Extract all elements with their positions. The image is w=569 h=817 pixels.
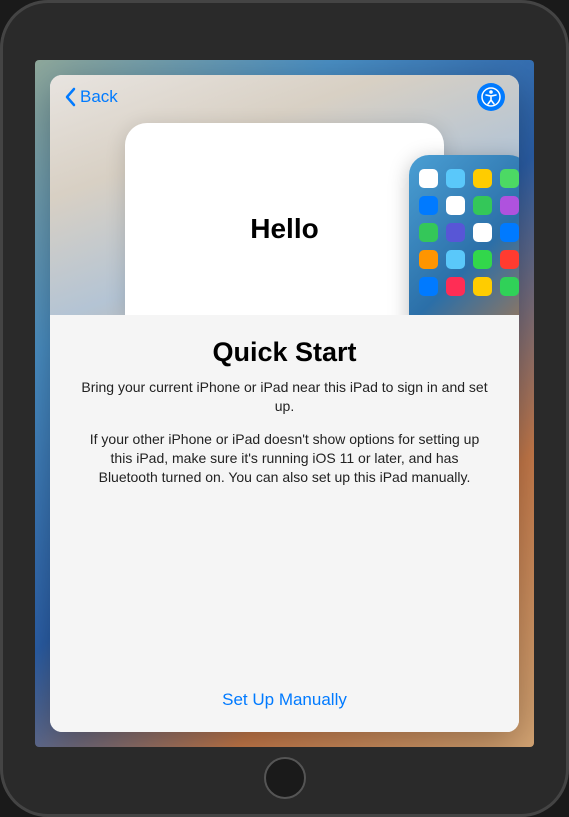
app-icon — [419, 196, 438, 215]
app-icon — [500, 223, 519, 242]
app-icon — [473, 277, 492, 296]
setup-modal: Back Hello — [50, 75, 519, 732]
app-icon — [500, 277, 519, 296]
app-icon — [419, 169, 438, 188]
app-icon — [473, 223, 492, 242]
home-button[interactable] — [264, 757, 306, 799]
accessibility-button[interactable] — [477, 83, 505, 111]
page-description: If your other iPhone or iPad doesn't sho… — [80, 430, 489, 487]
app-icon-grid — [419, 169, 519, 296]
iphone-illustration — [409, 155, 519, 315]
back-label: Back — [80, 87, 118, 107]
page-subtitle: Bring your current iPhone or iPad near t… — [80, 378, 489, 416]
screen-background: Back Hello — [35, 60, 534, 747]
ipad-illustration: Hello — [125, 123, 444, 315]
app-icon — [500, 250, 519, 269]
app-icon — [419, 223, 438, 242]
app-icon — [446, 277, 465, 296]
back-button[interactable]: Back — [64, 87, 118, 107]
app-icon — [419, 250, 438, 269]
app-icon — [473, 196, 492, 215]
accessibility-icon — [481, 87, 501, 107]
set-up-manually-button[interactable]: Set Up Manually — [80, 680, 489, 714]
app-icon — [473, 169, 492, 188]
app-icon — [446, 223, 465, 242]
chevron-left-icon — [64, 87, 76, 107]
ipad-device-frame: Back Hello — [0, 0, 569, 817]
app-icon — [500, 196, 519, 215]
content-panel: Quick Start Bring your current iPhone or… — [50, 315, 519, 732]
app-icon — [500, 169, 519, 188]
app-icon — [446, 196, 465, 215]
app-icon — [419, 277, 438, 296]
hello-text: Hello — [250, 213, 318, 245]
app-icon — [446, 250, 465, 269]
spacer — [80, 486, 489, 680]
page-title: Quick Start — [80, 337, 489, 368]
app-icon — [446, 169, 465, 188]
navigation-bar: Back — [50, 75, 519, 119]
app-icon — [473, 250, 492, 269]
